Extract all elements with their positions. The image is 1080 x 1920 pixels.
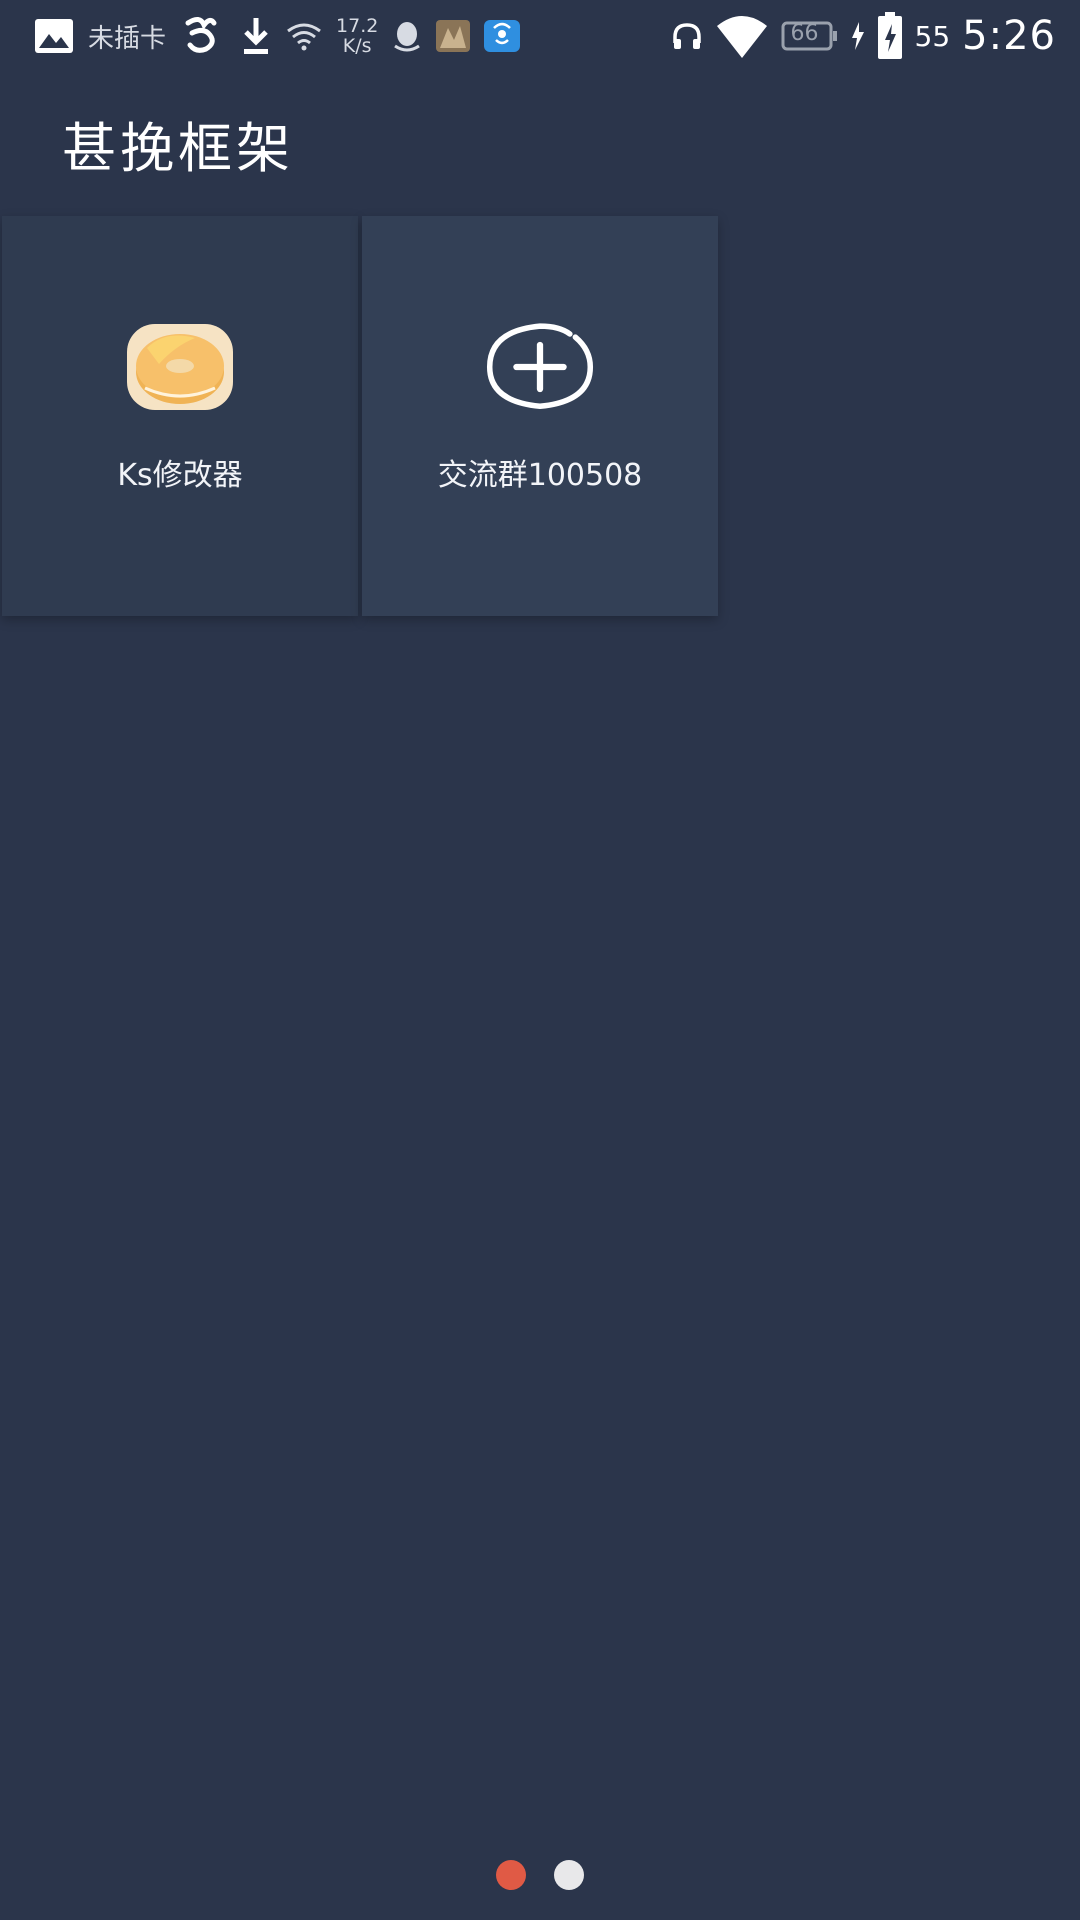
charging-icon (851, 22, 865, 50)
home-screen: 未插卡 17.2 K/s 66 55 5:26 甚挽框架 Ks修改器 交流群10… (0, 0, 1080, 1920)
app-label: Ks修改器 (117, 458, 243, 493)
battery-box-icon: 66 (781, 19, 839, 53)
app-label: 交流群100508 (437, 458, 643, 493)
network-speed-value: 17.2 (336, 15, 379, 37)
photo-app-icon (436, 20, 471, 52)
headphones-icon (671, 21, 703, 51)
app-notification-icon (180, 13, 226, 59)
page-title: 甚挽框架 (62, 117, 294, 180)
status-bar-right: 66 55 5:26 (671, 8, 1056, 64)
battery-icon (877, 12, 903, 60)
battery-percent: 55 (914, 19, 951, 53)
network-speed-unit: K/s (342, 35, 372, 57)
battery-box-text: 66 (790, 21, 819, 46)
page-dot-2[interactable] (554, 1860, 584, 1890)
gallery-icon (34, 18, 74, 54)
page-dot-1[interactable] (496, 1860, 526, 1890)
qq-icon (392, 20, 422, 52)
clock: 5:26 (962, 13, 1056, 59)
app-tile-ks-modifier[interactable]: Ks修改器 (2, 216, 358, 616)
wifi-signal-icon (715, 14, 769, 58)
network-speed: 17.2 K/s (336, 16, 378, 56)
status-bar: 未插卡 17.2 K/s 66 55 5:26 (0, 0, 1080, 72)
app-grid: Ks修改器 交流群100508 (2, 216, 718, 616)
app-tile-chat-group[interactable]: 交流群100508 (362, 216, 718, 616)
wifi-small-icon (286, 21, 322, 51)
page-indicator (0, 1860, 1080, 1890)
wifi-hotspot-app-icon (484, 20, 521, 52)
download-icon (240, 16, 272, 56)
carrier-text: 未插卡 (88, 23, 167, 54)
status-bar-left: 未插卡 17.2 K/s (34, 10, 521, 62)
add-circle-icon (485, 312, 595, 422)
bagel-app-icon (125, 312, 235, 422)
